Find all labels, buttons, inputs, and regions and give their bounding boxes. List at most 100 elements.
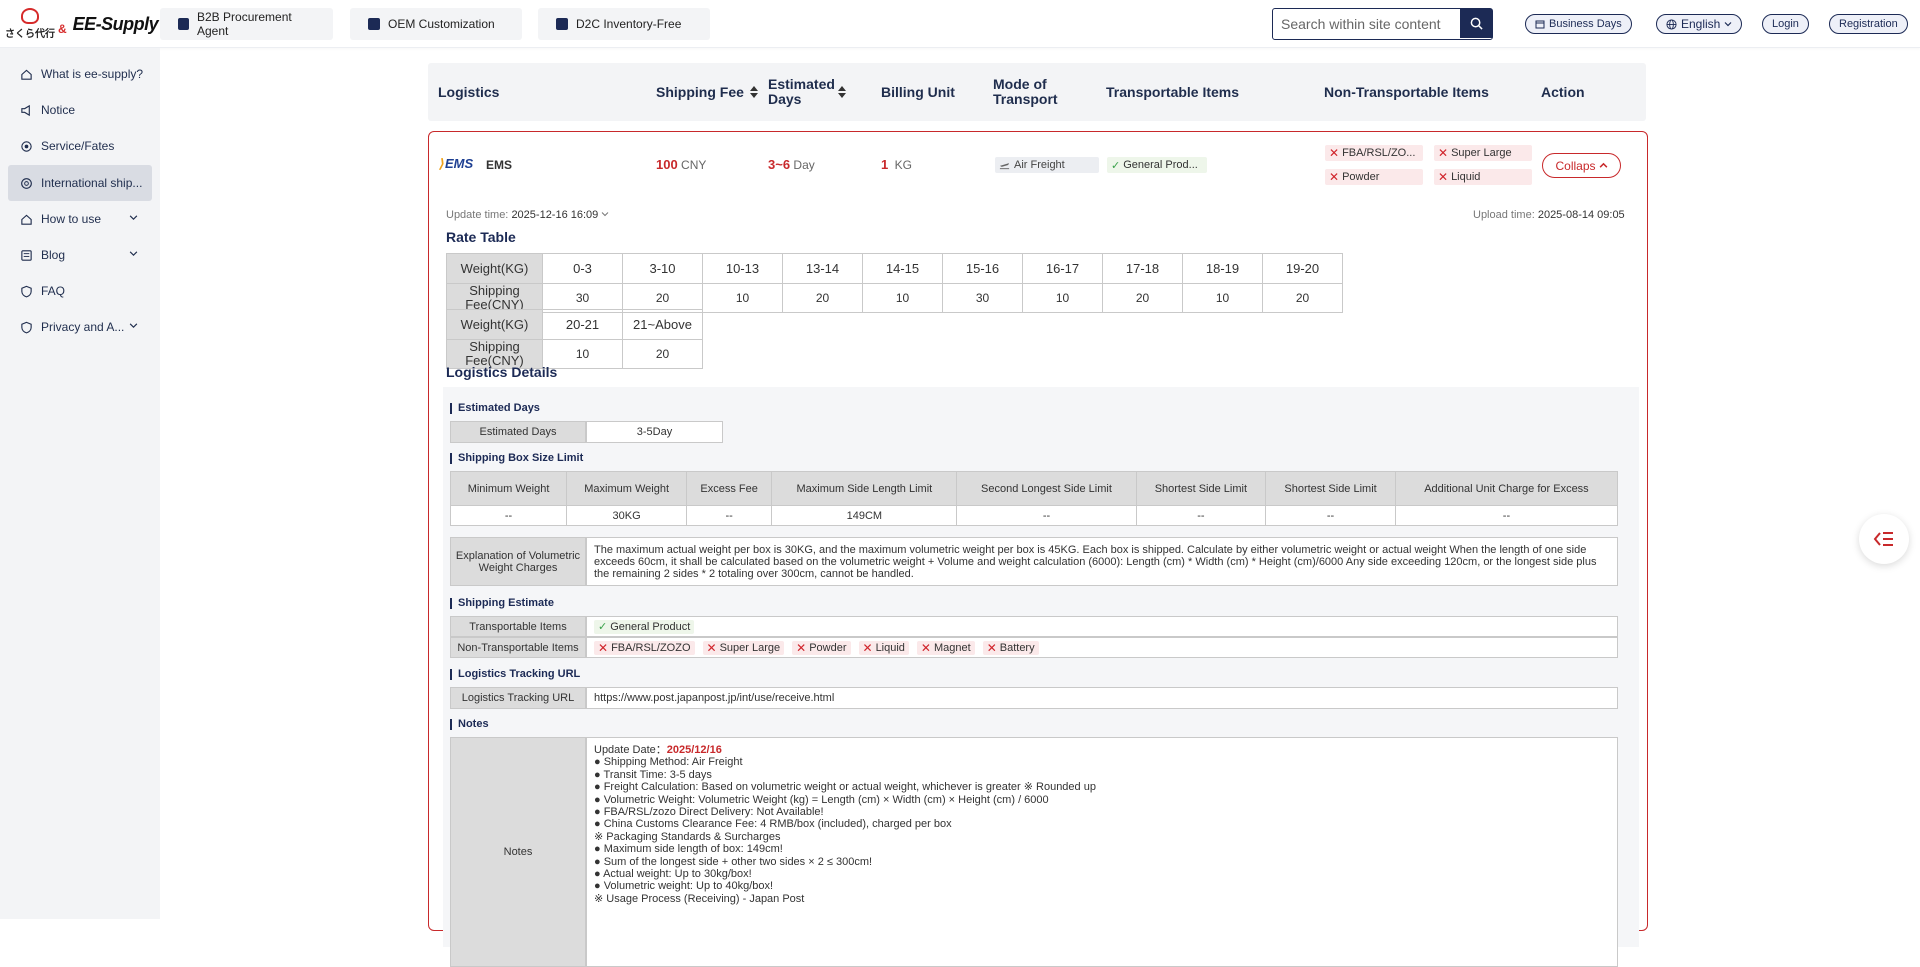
rate-weight-header: Weight(KG) (446, 309, 543, 340)
col-transportable-items: Transportable Items (1106, 83, 1240, 100)
shipping-fee-unit: CNY (681, 158, 707, 172)
sidebar-item-label: How to use (41, 212, 102, 226)
sidebar-item-how-to-use[interactable]: How to use (8, 201, 152, 237)
sidebar-item-privacy[interactable]: Privacy and A... (8, 309, 152, 345)
rate-fee: 20 (782, 283, 863, 313)
check-icon: ✓ (598, 620, 608, 633)
sidebar-item-faq[interactable]: FAQ (8, 273, 152, 309)
col-estimated-days[interactable]: Estimated Days (768, 63, 868, 121)
box-value: -- (1135, 505, 1267, 526)
shipping-fee-value: 100 (656, 157, 678, 172)
rate-weight: 0-3 (542, 253, 623, 284)
box-limit-table: Minimum Weight Maximum Weight Excess Fee… (449, 471, 1619, 526)
login-button[interactable]: Login (1762, 14, 1809, 34)
rate-fee: 10 (1022, 283, 1103, 313)
non-transportable-tag: ✕ Magnet (916, 640, 975, 655)
col-shipping-fee[interactable]: Shipping Fee (656, 63, 758, 121)
non-transportable-tag: ✕ Liquid (858, 640, 909, 655)
non-transportable-tag: ✕ Powder (1325, 169, 1423, 185)
x-icon: ✕ (862, 640, 873, 655)
x-icon: ✕ (1438, 170, 1449, 184)
notes-line: ● FBA/RSL/zozo Direct Delivery: Not Avai… (594, 806, 824, 819)
box-header: Second Longest Side Limit (956, 471, 1137, 506)
transportable-tag: ✓ General Prod... (1107, 157, 1207, 173)
sidebar-item-label: FAQ (41, 284, 66, 298)
sidebar-item-label: International ship... (41, 176, 143, 190)
rate-weight: 14-15 (862, 253, 943, 284)
chevron-down-icon (602, 212, 609, 217)
x-icon: ✕ (1329, 146, 1340, 160)
search-box (1272, 8, 1493, 40)
search-button[interactable] (1460, 9, 1492, 38)
non-transportable-tag: ✕ FBA/RSL/ZO... (1325, 145, 1423, 161)
est-transportable-value: ✓ General Product (586, 616, 1618, 637)
col-action: Action (1541, 83, 1585, 100)
notes-line: ※ Packaging Standards & Surcharges (594, 830, 781, 843)
sidebar-item-international-shipping[interactable]: International ship... (8, 165, 152, 201)
est-days-label: Estimated Days (450, 421, 586, 443)
box-header: Minimum Weight (449, 471, 568, 506)
billing-unit-cell: 1 KG (881, 157, 912, 172)
rate-weight: 10-13 (702, 253, 783, 284)
search-input[interactable] (1273, 9, 1460, 39)
business-days-button[interactable]: Business Days (1525, 14, 1632, 34)
blog-icon (20, 249, 33, 262)
sidebar-item-service[interactable]: Service/Fates (8, 128, 152, 164)
language-select[interactable]: English (1656, 14, 1743, 34)
collapse-button[interactable]: Collaps (1542, 153, 1621, 178)
tab-b2b[interactable]: B2B Procurement Agent (160, 8, 333, 40)
tracking-url[interactable]: https://www.post.japanpost.jp/int/use/re… (586, 687, 1618, 709)
home-icon (20, 68, 33, 81)
rate-fee: 20 (1262, 283, 1343, 313)
shield-icon (20, 285, 33, 298)
estimated-days-unit: Day (793, 158, 815, 172)
notes-content: Update Date：2025/12/16 ● Shipping Method… (586, 737, 1618, 967)
billing-unit-value: 1 (881, 157, 889, 172)
rate-weight: 17-18 (1102, 253, 1183, 284)
registration-label: Registration (1839, 18, 1898, 30)
sort-icon (838, 86, 846, 98)
chevron-down-icon (129, 323, 138, 328)
sidebar-item-what-is[interactable]: What is ee-supply? (8, 56, 152, 92)
table-row: ⟩EMS EMS 100 CNY 3~6 Day 1 KG Air Freigh… (429, 132, 1647, 197)
est-days-value: 3-5Day (586, 421, 723, 443)
rate-table-2: Weight(KG) 20-21 21~Above Shipping Fee(C… (446, 309, 703, 369)
estimated-days-subtitle: Estimated Days (450, 403, 540, 414)
brand-logo[interactable]: さくら代行 & EE-Supply (5, 8, 159, 40)
top-bar: さくら代行 & EE-Supply B2B Procurement Agent … (0, 0, 1920, 48)
box-value: -- (956, 505, 1137, 526)
x-icon: ✕ (1329, 170, 1340, 184)
tab-d2c[interactable]: D2C Inventory-Free (538, 8, 710, 40)
x-icon: ✕ (1438, 146, 1449, 160)
tab-oem-label: OEM Customization (388, 17, 495, 31)
calendar-icon (1535, 20, 1545, 29)
vol-weight-label: Explanation of Volumetric Weight Charges (450, 537, 586, 586)
update-time-value: 2025-12-16 16:09 (511, 209, 599, 221)
box-value: -- (449, 505, 568, 526)
logistics-details-panel: Estimated Days Estimated Days 3-5Day Shi… (443, 387, 1639, 967)
update-time[interactable]: Update time: 2025-12-16 16:09 (446, 209, 609, 221)
rate-fee: 10 (862, 283, 943, 313)
megaphone-icon (20, 104, 33, 117)
col-billing-unit: Billing Unit (881, 83, 955, 100)
rate-weight: 3-10 (622, 253, 703, 284)
login-label: Login (1772, 18, 1799, 30)
notes-update-date: 2025/12/16 (666, 744, 722, 756)
tab-d2c-label: D2C Inventory-Free (576, 17, 682, 31)
notes-line: ● Sum of the longest side + other two si… (594, 855, 873, 868)
estimated-days-value: 3~6 (768, 157, 791, 172)
tab-oem[interactable]: OEM Customization (350, 8, 522, 40)
billing-unit-unit: KG (894, 158, 912, 172)
menu-collapse-icon (1873, 532, 1893, 546)
notes-line: ● Shipping Method: Air Freight (594, 756, 743, 769)
sidebar-item-notice[interactable]: Notice (8, 92, 152, 128)
rate-fee: 20 (1102, 283, 1183, 313)
notes-line: ● China Customs Clearance Fee: 4 RMB/box… (594, 818, 952, 831)
sidebar-item-blog[interactable]: Blog (8, 237, 152, 273)
floating-menu-button[interactable] (1859, 514, 1909, 564)
registration-button[interactable]: Registration (1829, 14, 1908, 34)
notes-line: ● Volumetric weight: Up to 40kg/box! (594, 880, 774, 893)
rate-weight: 18-19 (1182, 253, 1263, 284)
rate-fee: 10 (702, 283, 783, 313)
bag-icon (178, 18, 189, 30)
